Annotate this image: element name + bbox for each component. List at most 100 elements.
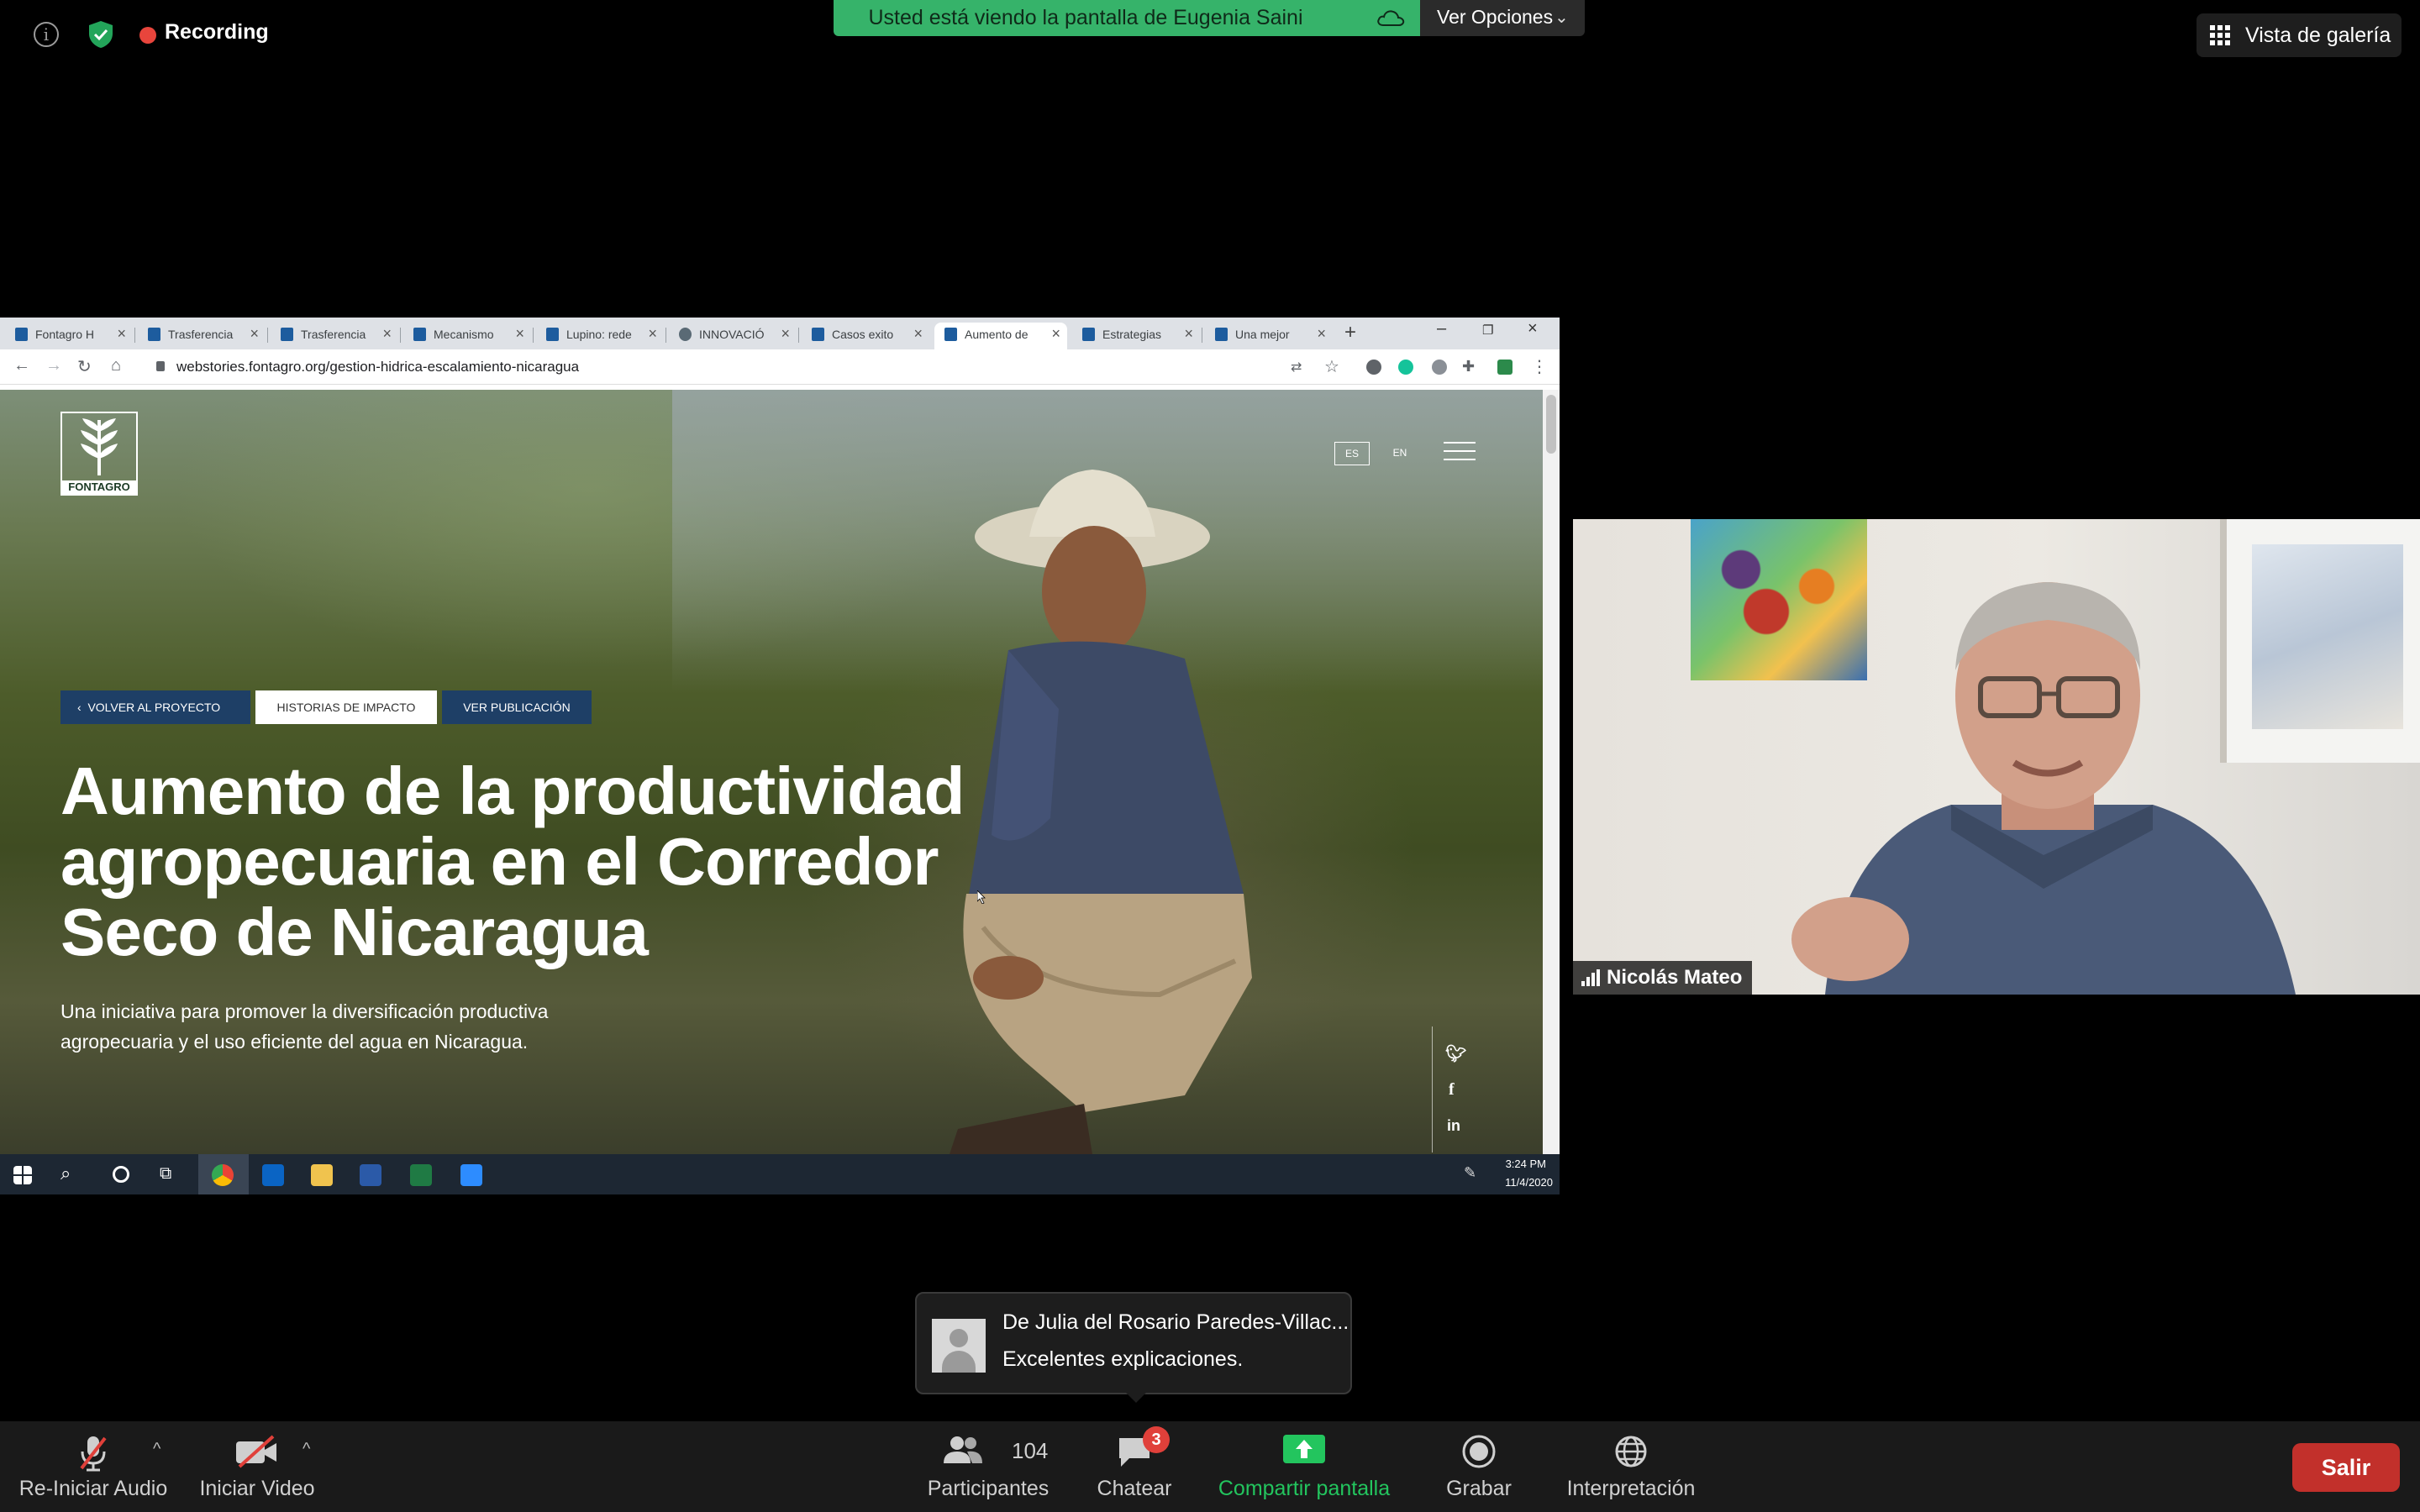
close-tab-icon[interactable]: × [515,325,524,343]
close-tab-icon[interactable]: × [648,325,657,343]
impact-stories-button[interactable]: HISTORIAS DE IMPACTO [255,690,437,724]
share-screen-button[interactable]: Compartir pantalla [1210,1421,1398,1512]
audio-options-caret-icon[interactable]: ^ [153,1440,160,1459]
meeting-toolbar: Re-Iniciar Audio ^ Iniciar Video ^ 104 P… [0,1421,2420,1512]
taskbar-date: 11/4/2020 [1505,1176,1553,1189]
close-tab-icon[interactable]: × [382,325,392,343]
record-label: Grabar [1446,1477,1512,1500]
language-es-button[interactable]: ES [1334,442,1370,465]
start-video-label: Iniciar Video [199,1477,315,1500]
translate-icon[interactable]: ⇄ [1291,359,1302,375]
record-button[interactable]: Grabar [1428,1421,1529,1512]
restore-icon[interactable]: ❐ [1482,323,1493,338]
chat-message: Excelentes explicaciones. [1002,1347,1244,1371]
tab-title: Trasferencia [301,328,366,341]
gallery-view-button[interactable]: Vista de galería [2196,13,2402,57]
language-en-button[interactable]: EN [1385,442,1415,465]
gallery-view-label: Vista de galería [2245,24,2391,47]
task-view-icon[interactable]: ⧉ [160,1164,182,1186]
twitter-icon[interactable]: 🐦︎ [1445,1043,1466,1064]
browser-tab-bar: Fontagro H × Trasferencia × Trasferencia… [0,318,1560,349]
interpretation-button[interactable]: Interpretación [1560,1421,1702,1512]
browser-tab[interactable]: Fontagro H × [5,323,133,349]
chevron-down-icon: ⌄ [1555,8,1569,27]
search-icon[interactable]: ⌕ [60,1163,82,1184]
browser-address-bar: ← → ↻ ⌂ webstories.fontagro.org/gestion-… [0,349,1560,385]
close-window-icon[interactable]: × [1528,319,1538,339]
forward-arrow-icon[interactable]: → [45,356,62,375]
unmute-audio-button[interactable]: Re-Iniciar Audio [7,1421,180,1512]
back-to-project-button[interactable]: ‹ VOLVER AL PROYECTO [60,690,250,724]
toast-pointer [1126,1393,1146,1403]
shared-screen: Fontagro H × Trasferencia × Trasferencia… [0,318,1560,1194]
view-options-label: Ver Opciones [1437,6,1554,28]
minimize-icon[interactable]: – [1437,319,1446,339]
browser-tab[interactable]: Una mejor × [1205,323,1333,349]
leave-meeting-button[interactable]: Salir [2292,1443,2400,1492]
tab-title: Casos exito [832,328,894,341]
zoom-icon[interactable] [460,1164,482,1186]
bookmark-star-icon[interactable]: ☆ [1324,356,1339,377]
puzzle-extensions-icon[interactable]: ✚ [1462,358,1475,375]
unmute-audio-label: Re-Iniciar Audio [18,1477,168,1500]
home-icon[interactable]: ⌂ [111,356,121,375]
new-tab-icon[interactable]: + [1344,321,1356,344]
recording-dot-icon [139,27,156,44]
view-publication-button[interactable]: VER PUBLICACIÓN [442,690,592,724]
close-tab-icon[interactable]: × [117,325,126,343]
file-explorer-icon[interactable] [311,1164,333,1186]
favicon-icon [1215,328,1228,341]
info-icon[interactable]: i [34,22,59,47]
word-icon[interactable] [360,1164,381,1186]
browser-tab[interactable]: INNOVACIÓ × [669,323,797,349]
page-scrollbar[interactable] [1543,390,1560,1154]
close-tab-icon[interactable]: × [250,325,259,343]
reload-icon[interactable]: ↻ [77,356,92,377]
url-field[interactable]: webstories.fontagro.org/gestion-hidrica-… [176,359,579,375]
video-options-caret-icon[interactable]: ^ [302,1440,310,1459]
tab-title: INNOVACIÓ [699,328,765,341]
menu-dots-icon[interactable]: ⋮ [1531,356,1548,377]
browser-tab[interactable]: Estrategias × [1072,323,1200,349]
back-to-project-label: VOLVER AL PROYECTO [87,701,221,714]
fontagro-logo[interactable]: FONTAGRO [60,412,138,496]
linkedin-icon[interactable]: in [1447,1117,1460,1135]
page-scrollbar-thumb[interactable] [1546,395,1556,454]
favicon-icon [812,328,824,341]
start-video-button[interactable]: Iniciar Video [190,1421,324,1512]
browser-tab[interactable]: Lupino: rede × [536,323,664,349]
chat-button[interactable]: 3 Chatear [1084,1421,1185,1512]
close-tab-icon[interactable]: × [1184,325,1193,343]
favicon-icon [1082,328,1095,341]
back-arrow-icon[interactable]: ← [13,356,30,375]
browser-tab-active[interactable]: Aumento de × [934,323,1067,349]
excel-icon[interactable] [410,1164,432,1186]
participants-button[interactable]: 104 Participantes [921,1421,1055,1512]
extension-icon[interactable] [1432,360,1447,375]
grammarly-icon[interactable] [1398,360,1413,375]
share-screen-label: Compartir pantalla [1218,1477,1391,1500]
close-tab-icon[interactable]: × [1317,325,1326,343]
favicon-icon [546,328,559,341]
security-shield-icon[interactable] [87,20,114,49]
hamburger-menu-icon[interactable] [1444,442,1476,464]
view-options-dropdown[interactable]: Ver Opciones ⌄ [1420,0,1585,36]
facebook-icon[interactable]: f [1449,1080,1455,1100]
profile-icon[interactable] [1497,360,1512,375]
extension-icon[interactable] [1366,360,1381,375]
close-tab-icon[interactable]: × [781,325,790,343]
participant-video-tile[interactable]: Nicolás Mateo [1573,519,2420,995]
close-tab-icon[interactable]: × [1051,325,1060,343]
browser-tab[interactable]: Trasferencia × [138,323,266,349]
webpage-hero: FONTAGRO ES EN ‹ VOLVER AL PROYECTO HIST… [0,390,1543,1154]
browser-tab[interactable]: Casos exito × [802,323,929,349]
close-tab-icon[interactable]: × [913,325,923,343]
chrome-icon[interactable] [212,1164,234,1186]
chat-sender: De Julia del Rosario Paredes-Villac... [1002,1310,1349,1334]
outlook-icon[interactable] [262,1164,284,1186]
browser-tab[interactable]: Mecanismo × [403,323,531,349]
chat-notification-toast[interactable]: De Julia del Rosario Paredes-Villac... E… [915,1292,1352,1394]
windows-start-icon[interactable] [13,1166,32,1184]
cortana-icon[interactable] [113,1166,129,1183]
browser-tab[interactable]: Trasferencia × [271,323,398,349]
